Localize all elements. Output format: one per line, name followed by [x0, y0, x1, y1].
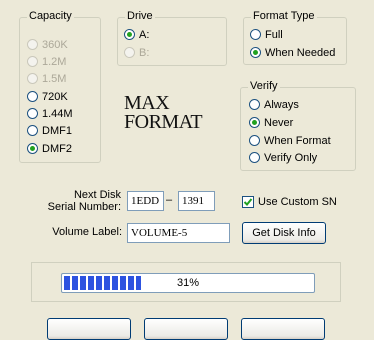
radio-icon: [249, 135, 260, 146]
serial-part2-input[interactable]: 1391: [178, 191, 215, 211]
verify-group-title: Verify: [248, 80, 280, 92]
radio-checked-icon: [249, 117, 260, 128]
capacity-option-dmf1[interactable]: DMF1: [27, 123, 72, 138]
radio-icon: [27, 56, 38, 67]
capacity-option-1-44m[interactable]: 1.44M: [27, 106, 73, 121]
radio-icon: [27, 125, 38, 136]
format-type-option-full[interactable]: Full: [250, 27, 283, 42]
use-custom-sn-checkbox[interactable]: Use Custom SN: [242, 194, 337, 209]
radio-icon: [27, 108, 38, 119]
drive-option-a[interactable]: A:: [124, 27, 149, 42]
volume-label-input[interactable]: VOLUME-5: [127, 223, 230, 243]
bottom-button-middle[interactable]: [144, 318, 228, 340]
bottom-button-left[interactable]: [47, 318, 131, 340]
serial-separator: –: [166, 194, 173, 206]
radio-icon: [124, 47, 135, 58]
radio-checked-icon: [250, 47, 261, 58]
format-type-option-when-needed[interactable]: When Needed: [250, 45, 335, 60]
capacity-option-1-5m[interactable]: 1.5M: [27, 71, 66, 86]
capacity-option-1-2m[interactable]: 1.2M: [27, 54, 66, 69]
radio-checked-icon: [27, 143, 38, 154]
verify-option-verify-only[interactable]: Verify Only: [249, 150, 317, 165]
maxformat-logo: MAX FORMAT: [124, 93, 220, 133]
verify-option-when-format[interactable]: When Format: [249, 133, 331, 148]
drive-group-title: Drive: [125, 10, 155, 22]
format-type-group-title: Format Type: [251, 10, 317, 22]
radio-icon: [249, 99, 260, 110]
volume-label-text: Volume Label:: [52, 226, 122, 238]
format-progress-bar: 31%: [61, 273, 315, 293]
capacity-option-360k[interactable]: 360K: [27, 37, 68, 52]
radio-icon: [27, 91, 38, 102]
capacity-option-dmf2[interactable]: DMF2: [27, 141, 72, 156]
radio-icon: [249, 152, 260, 163]
radio-checked-icon: [124, 29, 135, 40]
progress-percent-text: 31%: [176, 277, 200, 289]
verify-option-always[interactable]: Always: [249, 97, 299, 112]
capacity-option-720k[interactable]: 720K: [27, 89, 68, 104]
radio-icon: [27, 39, 38, 50]
drive-option-b[interactable]: B:: [124, 45, 149, 60]
get-disk-info-button[interactable]: Get Disk Info: [242, 222, 326, 244]
verify-option-never[interactable]: Never: [249, 115, 293, 130]
radio-icon: [27, 73, 38, 84]
bottom-button-right[interactable]: [241, 318, 325, 340]
radio-icon: [250, 29, 261, 40]
checkbox-checked-icon: [242, 195, 254, 208]
logo-line-2: FORMAT: [124, 111, 203, 133]
capacity-group-title: Capacity: [27, 10, 74, 22]
serial-part1-input[interactable]: 1EDD: [127, 191, 164, 211]
serial-number-label: Next Disk Serial Number:: [47, 189, 121, 213]
